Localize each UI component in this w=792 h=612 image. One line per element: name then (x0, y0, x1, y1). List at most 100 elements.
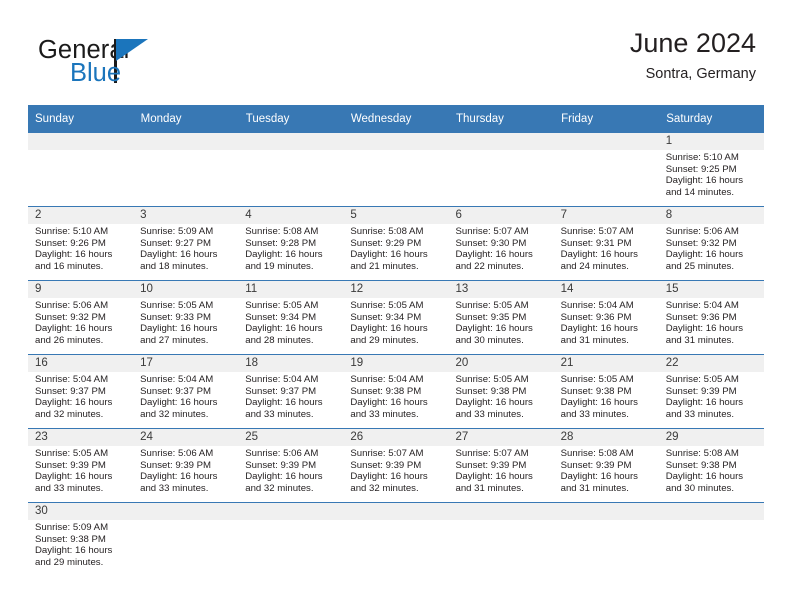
daylight-text-line2: and 33 minutes. (245, 408, 314, 420)
day-number: 15 (658, 281, 764, 298)
day-number: 12 (343, 281, 449, 298)
daylight-text-line1: Daylight: 16 hours (35, 323, 113, 335)
daylight-text-line2: and 33 minutes. (455, 408, 524, 420)
calendar-day-cell[interactable]: 18 Sunrise: 5:04 AM Sunset: 9:37 PM Dayligh… (238, 354, 344, 429)
calendar-cell-empty (553, 502, 659, 581)
sunrise-text: Sunrise: 5:04 AM (560, 300, 634, 311)
day-number: 29 (658, 429, 764, 446)
day-number: 3 (133, 207, 239, 224)
sunrise-text: Sunrise: 5:09 AM (140, 226, 214, 237)
calendar-day-cell[interactable]: 1 Sunrise: 5:10 AM Sunset: 9:25 PM Daylight… (658, 133, 764, 207)
calendar-day-cell[interactable]: 8 Sunrise: 5:06 AM Sunset: 9:32 PM Daylight… (658, 206, 764, 281)
calendar-day-cell[interactable]: 28 Sunrise: 5:08 AM Sunset: 9:39 PM Dayligh… (553, 428, 659, 503)
day-number: 20 (448, 355, 554, 372)
daylight-text-line2: and 31 minutes. (560, 334, 629, 346)
sunrise-text: Sunrise: 5:04 AM (35, 374, 109, 385)
day-number: 19 (343, 355, 449, 372)
calendar-day-cell[interactable]: 12 Sunrise: 5:05 AM Sunset: 9:34 PM Dayligh… (343, 280, 449, 355)
calendar-week-row: 1 Sunrise: 5:10 AM Sunset: 9:25 PM Daylight… (28, 133, 764, 207)
general-blue-logo[interactable]: General Blue (38, 37, 208, 90)
day-number: 7 (553, 207, 659, 224)
sunrise-text: Sunrise: 5:06 AM (140, 448, 214, 459)
calendar-cell-empty (343, 133, 449, 207)
day-number-band (553, 133, 659, 150)
calendar-day-cell[interactable]: 9 Sunrise: 5:06 AM Sunset: 9:32 PM Daylight… (28, 280, 134, 355)
day-number-band (238, 133, 344, 150)
calendar-day-cell[interactable]: 24 Sunrise: 5:06 AM Sunset: 9:39 PM Dayligh… (133, 428, 239, 503)
sunset-text: Sunset: 9:39 PM (665, 385, 737, 397)
sunrise-text: Sunrise: 5:06 AM (245, 448, 319, 459)
calendar-cell-empty (343, 502, 449, 581)
daylight-text-line1: Daylight: 16 hours (665, 397, 744, 409)
calendar-day-cell[interactable]: 20 Sunrise: 5:05 AM Sunset: 9:38 PM Dayligh… (448, 354, 554, 429)
calendar-day-cell[interactable]: 15 Sunrise: 5:04 AM Sunset: 9:36 PM Dayligh… (658, 280, 764, 355)
daylight-text-line1: Daylight: 16 hours (560, 471, 638, 483)
daylight-text-line1: Daylight: 16 hours (350, 471, 428, 483)
sunrise-text: Sunrise: 5:05 AM (140, 300, 214, 311)
day-number-band (28, 133, 134, 150)
sunset-text: Sunset: 9:37 PM (140, 385, 212, 397)
day-details: Sunrise: 5:09 AM Sunset: 9:38 PM Daylight:… (28, 520, 133, 568)
day-number: 11 (238, 281, 344, 298)
weekday-header-saturday: Saturday (658, 105, 765, 133)
day-number-band (238, 503, 344, 520)
calendar-day-cell[interactable]: 23 Sunrise: 5:05 AM Sunset: 9:39 PM Dayligh… (28, 428, 134, 503)
calendar-week-row: 9 Sunrise: 5:06 AM Sunset: 9:32 PM Daylight… (28, 280, 764, 355)
day-number: 17 (133, 355, 239, 372)
day-details: Sunrise: 5:05 AM Sunset: 9:34 PM Daylight:… (343, 298, 448, 346)
calendar-day-cell[interactable]: 5 Sunrise: 5:08 AM Sunset: 9:29 PM Daylight… (343, 206, 449, 281)
calendar-day-cell[interactable]: 4 Sunrise: 5:08 AM Sunset: 9:28 PM Daylight… (238, 206, 344, 281)
day-number: 14 (553, 281, 659, 298)
sunset-text: Sunset: 9:38 PM (665, 459, 737, 471)
calendar-day-cell[interactable]: 14 Sunrise: 5:04 AM Sunset: 9:36 PM Dayligh… (553, 280, 659, 355)
sunset-text: Sunset: 9:32 PM (35, 311, 106, 323)
day-details: Sunrise: 5:08 AM Sunset: 9:28 PM Daylight:… (238, 224, 343, 272)
daylight-text-line2: and 31 minutes. (665, 334, 735, 346)
day-details: Sunrise: 5:10 AM Sunset: 9:25 PM Daylight:… (659, 150, 764, 198)
calendar-day-cell[interactable]: 10 Sunrise: 5:05 AM Sunset: 9:33 PM Dayligh… (133, 280, 239, 355)
calendar-day-cell[interactable]: 29 Sunrise: 5:08 AM Sunset: 9:38 PM Dayligh… (658, 428, 764, 503)
day-number: 9 (28, 281, 134, 298)
day-details: Sunrise: 5:05 AM Sunset: 9:38 PM Daylight:… (449, 372, 554, 420)
weekday-header-sunday: Sunday (28, 105, 134, 133)
calendar-day-cell[interactable]: 7 Sunrise: 5:07 AM Sunset: 9:31 PM Daylight… (553, 206, 659, 281)
calendar-day-cell[interactable]: 3 Sunrise: 5:09 AM Sunset: 9:27 PM Daylight… (133, 206, 239, 281)
calendar-day-cell[interactable]: 13 Sunrise: 5:05 AM Sunset: 9:35 PM Dayligh… (448, 280, 554, 355)
calendar-day-cell[interactable]: 19 Sunrise: 5:04 AM Sunset: 9:38 PM Dayligh… (343, 354, 449, 429)
daylight-text-line1: Daylight: 16 hours (455, 471, 533, 483)
day-number: 27 (448, 429, 554, 446)
sunrise-text: Sunrise: 5:04 AM (350, 374, 424, 385)
sunrise-text: Sunrise: 5:04 AM (245, 374, 319, 385)
daylight-text-line1: Daylight: 16 hours (665, 249, 744, 261)
sunset-text: Sunset: 9:28 PM (245, 237, 317, 249)
day-number: 22 (658, 355, 764, 372)
calendar-day-cell[interactable]: 2 Sunrise: 5:10 AM Sunset: 9:26 PM Daylight… (28, 206, 134, 281)
calendar-page: General Blue June 2024 Sontra, Germany S… (0, 0, 792, 612)
sunrise-text: Sunrise: 5:05 AM (455, 300, 529, 311)
daylight-text-line2: and 33 minutes. (35, 482, 104, 494)
sunrise-text: Sunrise: 5:07 AM (455, 226, 529, 237)
daylight-text-line1: Daylight: 16 hours (455, 397, 533, 409)
calendar-cell-empty (238, 133, 344, 207)
calendar-day-cell[interactable]: 26 Sunrise: 5:07 AM Sunset: 9:39 PM Dayligh… (343, 428, 449, 503)
daylight-text-line1: Daylight: 16 hours (350, 397, 428, 409)
daylight-text-line1: Daylight: 16 hours (245, 397, 323, 409)
calendar-day-cell[interactable]: 11 Sunrise: 5:05 AM Sunset: 9:34 PM Dayligh… (238, 280, 344, 355)
calendar-day-cell[interactable]: 21 Sunrise: 5:05 AM Sunset: 9:38 PM Dayligh… (553, 354, 659, 429)
calendar-grid-wrapper: Sunday Monday Tuesday Wednesday Thursday… (28, 105, 765, 581)
calendar-day-cell[interactable]: 17 Sunrise: 5:04 AM Sunset: 9:37 PM Dayligh… (133, 354, 239, 429)
daylight-text-line2: and 33 minutes. (140, 482, 209, 494)
daylight-text-line1: Daylight: 16 hours (140, 397, 218, 409)
sunset-text: Sunset: 9:37 PM (35, 385, 106, 397)
calendar-day-cell[interactable]: 6 Sunrise: 5:07 AM Sunset: 9:30 PM Daylight… (448, 206, 554, 281)
sunrise-text: Sunrise: 5:08 AM (350, 226, 424, 237)
calendar-day-cell[interactable]: 25 Sunrise: 5:06 AM Sunset: 9:39 PM Dayligh… (238, 428, 344, 503)
sunset-text: Sunset: 9:29 PM (350, 237, 422, 249)
calendar-day-cell[interactable]: 30 Sunrise: 5:09 AM Sunset: 9:38 PM Dayligh… (28, 502, 134, 581)
calendar-day-cell[interactable]: 16 Sunrise: 5:04 AM Sunset: 9:37 PM Dayligh… (28, 354, 134, 429)
day-number-band (448, 503, 554, 520)
day-number: 13 (448, 281, 554, 298)
calendar-day-cell[interactable]: 22 Sunrise: 5:05 AM Sunset: 9:39 PM Dayligh… (658, 354, 764, 429)
calendar-day-cell[interactable]: 27 Sunrise: 5:07 AM Sunset: 9:39 PM Dayligh… (448, 428, 554, 503)
calendar-week-row: 2 Sunrise: 5:10 AM Sunset: 9:26 PM Daylight… (28, 206, 764, 281)
